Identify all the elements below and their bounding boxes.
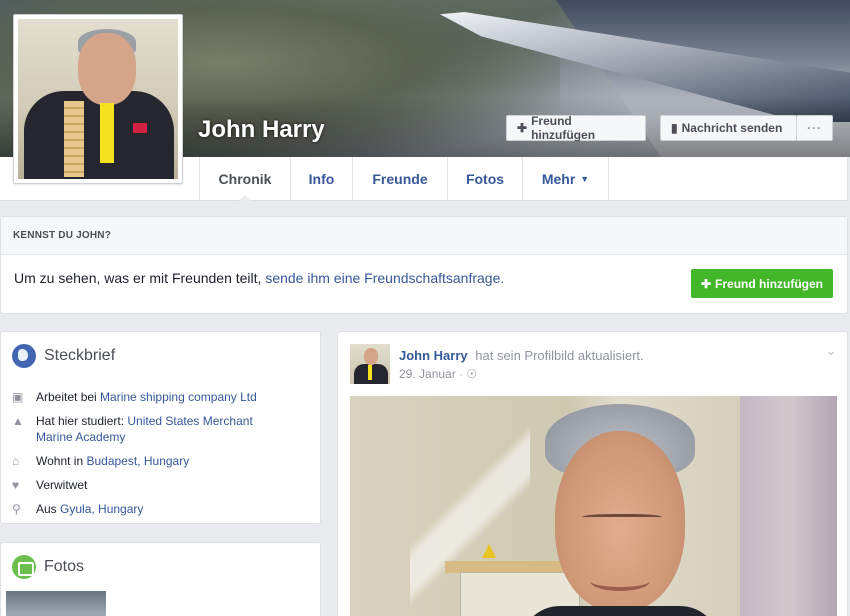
post-header: John Harry hat sein Profilbild aktualisi… — [399, 348, 644, 363]
heart-icon: ♥ — [12, 478, 20, 492]
intro-item-education: ▲ Hat hier studiert: United States Merch… — [12, 413, 276, 445]
intro-item-link[interactable]: Gyula, Hungary — [60, 502, 143, 516]
add-friend-button[interactable]: ✚ Freund hinzufügen — [506, 114, 646, 142]
home-icon: ⌂ — [12, 454, 20, 468]
intro-item-prefix: Hat hier studiert: — [36, 414, 128, 428]
friend-request-link[interactable]: sende ihm eine Freundschaftsanfrage. — [265, 270, 504, 286]
intro-item-prefix: Aus — [36, 502, 61, 516]
post-author[interactable]: John Harry — [399, 348, 468, 363]
tab-label: Info — [308, 170, 335, 187]
add-friend-label: Freund hinzufügen — [531, 114, 596, 142]
post-photo[interactable] — [350, 396, 837, 616]
graduation-cap-icon: ▲ — [12, 414, 24, 428]
profile-name[interactable]: John Harry — [198, 116, 325, 144]
know-box-prefix: Um zu sehen, was er mit Freunden teilt, — [14, 270, 262, 286]
intro-item-relationship: ♥ Verwitwet — [12, 477, 276, 493]
photos-card: Fotos — [0, 542, 321, 616]
globe-icon: ☉ — [466, 367, 478, 381]
send-message-label: Nachricht senden — [681, 121, 783, 135]
avatar[interactable] — [350, 344, 390, 384]
tab-label: Mehr — [541, 170, 576, 187]
caret-down-icon: ▼ — [580, 173, 590, 184]
intro-item-prefix: Wohnt in — [36, 454, 87, 468]
tab-mehr[interactable]: Mehr ▼ — [522, 157, 608, 200]
add-friend-icon: ✚ — [517, 121, 528, 135]
intro-item-hometown: ⚲ Aus Gyula, Hungary — [12, 501, 276, 517]
photos-title-row[interactable]: Fotos — [12, 555, 84, 579]
intro-item-residence: ⌂ Wohnt in Budapest, Hungary — [12, 453, 276, 469]
chevron-down-icon[interactable]: ⌄ — [825, 342, 837, 359]
meta-separator: · — [459, 367, 464, 381]
post-action-text: hat sein Profilbild aktualisiert. — [475, 348, 644, 363]
know-him-box: KENNST DU JOHN? Um zu sehen, was er mit … — [0, 216, 848, 314]
tab-label: Chronik — [218, 170, 272, 187]
photos-icon — [12, 555, 36, 579]
intro-card: Steckbrief ▣ Arbeitet bei Marine shippin… — [0, 331, 321, 524]
know-box-heading: KENNST DU JOHN? — [1, 217, 847, 255]
profile-photo — [18, 19, 178, 179]
intro-item-prefix: Arbeitet bei — [36, 390, 101, 404]
post-date[interactable]: 29. Januar — [399, 367, 456, 381]
tab-label: Fotos — [465, 170, 505, 187]
add-friend-green-button[interactable]: ✚ Freund hinzufügen — [691, 269, 833, 298]
more-options-button[interactable]: ··· — [796, 115, 833, 141]
send-message-button[interactable]: ▮ Nachricht senden — [660, 115, 797, 141]
add-friend-green-label: Freund hinzufügen — [715, 276, 824, 291]
tab-label: Freunde — [372, 170, 428, 187]
more-options-label: ··· — [807, 121, 822, 135]
tab-divider — [608, 157, 609, 200]
intro-item-work: ▣ Arbeitet bei Marine shipping company L… — [12, 389, 276, 405]
globe-icon — [12, 344, 36, 368]
photo-thumbnail[interactable] — [6, 591, 106, 616]
add-friend-icon: ✚ — [700, 276, 712, 291]
intro-item-link[interactable]: Marine shipping company Ltd — [100, 390, 257, 404]
intro-title: Steckbrief — [44, 347, 116, 364]
intro-title-row: Steckbrief — [12, 344, 115, 368]
tab-info[interactable]: Info — [290, 157, 352, 200]
photos-title: Fotos — [44, 558, 85, 575]
tab-freunde[interactable]: Freunde — [352, 157, 447, 200]
message-icon: ▮ — [671, 121, 678, 135]
location-pin-icon: ⚲ — [12, 502, 21, 516]
post-meta: 29. Januar · ☉ — [399, 367, 477, 381]
tab-chronik[interactable]: Chronik — [199, 157, 290, 201]
timeline-post: John Harry hat sein Profilbild aktualisi… — [337, 331, 848, 616]
tab-fotos[interactable]: Fotos — [447, 157, 522, 200]
profile-picture[interactable] — [13, 14, 183, 184]
intro-item-prefix: Verwitwet — [36, 478, 88, 492]
briefcase-icon: ▣ — [12, 390, 24, 404]
intro-item-link[interactable]: Budapest, Hungary — [86, 454, 189, 468]
know-box-text: Um zu sehen, was er mit Freunden teilt, … — [14, 270, 504, 286]
